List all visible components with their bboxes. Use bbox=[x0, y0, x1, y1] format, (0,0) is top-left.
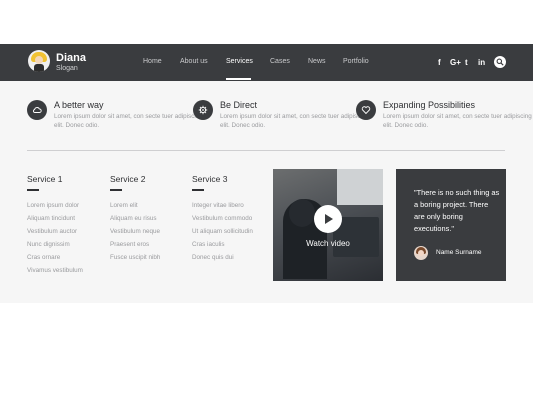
nav-item-portfolio[interactable]: Portfolio bbox=[343, 58, 369, 65]
testimonial-author: Name Surname bbox=[436, 249, 482, 256]
feature-title: Be Direct bbox=[220, 100, 258, 110]
service-link[interactable]: Aliquam tincidunt bbox=[27, 212, 83, 225]
service-link[interactable]: Vivamus vestibulum bbox=[27, 264, 83, 277]
service-title: Service 3 bbox=[192, 174, 228, 184]
service-title: Service 1 bbox=[27, 174, 63, 184]
play-button[interactable] bbox=[314, 205, 342, 233]
service-link[interactable]: Aliquam eu risus bbox=[110, 212, 160, 225]
video-card[interactable]: Watch video bbox=[273, 169, 383, 281]
nav-item-home[interactable]: Home bbox=[143, 58, 162, 65]
feature-text: Lorem ipsum dolor sit amet, con secte tu… bbox=[54, 113, 203, 129]
service-link[interactable]: Vestibulum commodo bbox=[192, 212, 253, 225]
feature-title: A better way bbox=[54, 100, 104, 110]
service-column-1: Service 1 Lorem ipsum dolor Aliquam tinc… bbox=[27, 174, 83, 277]
feature-title: Expanding Possibilities bbox=[383, 100, 476, 110]
service-link[interactable]: Donec quis dui bbox=[192, 251, 253, 264]
service-link[interactable]: Vestibulum auctor bbox=[27, 225, 83, 238]
service-link[interactable]: Lorem ipsum dolor bbox=[27, 199, 83, 212]
service-column-2: Service 2 Lorem elit Aliquam eu risus Ve… bbox=[110, 174, 160, 264]
search-icon bbox=[496, 58, 504, 66]
service-title-underline bbox=[192, 189, 204, 191]
feature-text: Lorem ipsum dolor sit amet, con secte tu… bbox=[220, 113, 369, 129]
search-button[interactable] bbox=[494, 56, 506, 68]
watch-video-label[interactable]: Watch video bbox=[273, 239, 383, 248]
cloud-icon bbox=[27, 100, 47, 120]
testimonial-quote: "There is no such thing as a boring proj… bbox=[414, 188, 500, 233]
page: Diana Slogan Home About us Services Case… bbox=[0, 0, 533, 400]
linkedin-icon[interactable]: in bbox=[478, 58, 485, 67]
play-icon bbox=[325, 214, 333, 224]
service-column-3: Service 3 Integer vitae libero Vestibulu… bbox=[192, 174, 253, 264]
nav-item-about-us[interactable]: About us bbox=[180, 58, 208, 65]
twitter-icon[interactable]: t bbox=[465, 58, 468, 67]
section-divider bbox=[27, 150, 505, 151]
feature-text: Lorem ipsum dolor sit amet, con secte tu… bbox=[383, 113, 532, 129]
service-link[interactable]: Lorem elit bbox=[110, 199, 160, 212]
service-link[interactable]: Cras ornare bbox=[27, 251, 83, 264]
service-title-underline bbox=[110, 189, 122, 191]
google-plus-icon[interactable]: G+ bbox=[450, 58, 461, 67]
service-title: Service 2 bbox=[110, 174, 146, 184]
service-link[interactable]: Praesent eros bbox=[110, 238, 160, 251]
service-link[interactable]: Ut aliquam sollicitudin bbox=[192, 225, 253, 238]
nav-item-news[interactable]: News bbox=[308, 58, 326, 65]
facebook-icon[interactable]: f bbox=[438, 58, 441, 67]
service-link[interactable]: Fusce uscipit nibh bbox=[110, 251, 160, 264]
testimonial-avatar bbox=[414, 246, 428, 260]
service-link[interactable]: Integer vitae libero bbox=[192, 199, 253, 212]
settings-icon bbox=[193, 100, 213, 120]
services-section: A better way Lorem ipsum dolor sit amet,… bbox=[0, 81, 533, 303]
nav-item-cases[interactable]: Cases bbox=[270, 58, 290, 65]
heart-icon bbox=[356, 100, 376, 120]
nav-active-underline bbox=[226, 78, 251, 80]
service-link[interactable]: Nunc dignissim bbox=[27, 238, 83, 251]
header: Diana Slogan Home About us Services Case… bbox=[0, 44, 533, 81]
service-title-underline bbox=[27, 189, 39, 191]
nav-item-services[interactable]: Services bbox=[226, 58, 253, 65]
service-link[interactable]: Vestibulum neque bbox=[110, 225, 160, 238]
testimonial-card: "There is no such thing as a boring proj… bbox=[396, 169, 506, 281]
service-link[interactable]: Cras iaculis bbox=[192, 238, 253, 251]
